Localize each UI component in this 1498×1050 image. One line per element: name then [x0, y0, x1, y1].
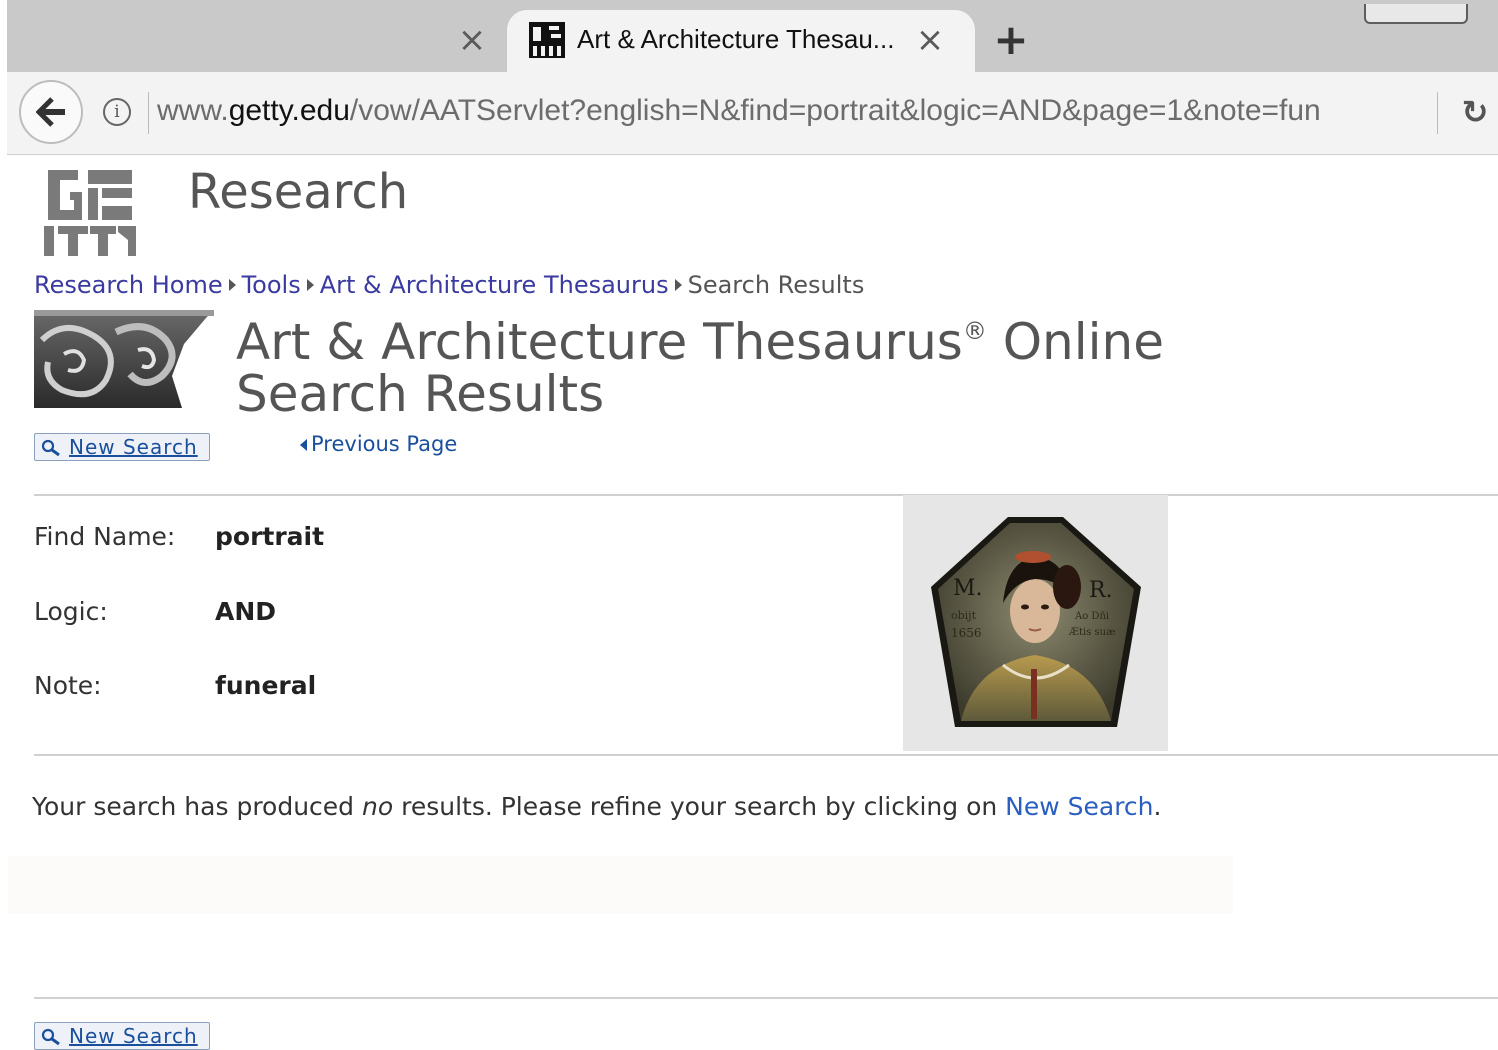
back-arrow-icon — [36, 97, 65, 127]
find-name-label: Find Name: — [34, 522, 176, 551]
svg-text:R.: R. — [1089, 578, 1113, 603]
breadcrumb: Research Home Tools Art & Architecture The… — [34, 271, 864, 299]
breadcrumb-tools[interactable]: Tools — [242, 271, 301, 299]
title-line1-suffix: Online — [986, 313, 1164, 371]
no-results-message: Your search has produced no results. Ple… — [32, 792, 1161, 821]
breadcrumb-aat[interactable]: Art & Architecture Thesaurus — [320, 271, 669, 299]
svg-text:obijt: obijt — [951, 609, 977, 622]
title-line1: Art & Architecture Thesaurus — [236, 313, 963, 371]
portrait-image-frame: M. R. obijt 1656 Ao Dñi Ætis suæ — [903, 495, 1168, 751]
section-title: Research — [188, 164, 409, 220]
note-label: Note: — [34, 671, 102, 700]
svg-text:M.: M. — [953, 576, 983, 601]
url-divider — [148, 92, 149, 134]
logic-value: AND — [215, 597, 277, 626]
getty-logo-icon — [44, 166, 136, 256]
url-prefix: www. — [157, 94, 229, 127]
message-emphasis: no — [362, 792, 394, 821]
address-bar[interactable]: www.getty.edu/vow/AATServlet?english=N&f… — [157, 94, 1321, 128]
divider — [34, 997, 1498, 999]
find-name-value: portrait — [215, 522, 325, 551]
getty-favicon-icon — [529, 22, 565, 58]
url-host: getty.edu — [228, 94, 350, 127]
note-value: funeral — [215, 671, 317, 700]
new-search-label: New Search — [69, 435, 198, 459]
new-search-button[interactable]: New Search — [34, 433, 210, 461]
close-tab-icon[interactable]: × — [912, 22, 948, 58]
window-control-button[interactable] — [1364, 4, 1468, 24]
new-search-label: New Search — [69, 1024, 198, 1048]
funeral-portrait-image: M. R. obijt 1656 Ao Dñi Ætis suæ — [931, 517, 1141, 727]
reload-icon[interactable]: ↻ — [1457, 94, 1493, 130]
registered-mark: ® — [962, 317, 987, 345]
back-button[interactable] — [19, 80, 83, 144]
svg-text:Ao Dñi: Ao Dñi — [1074, 611, 1109, 622]
new-tab-button[interactable]: + — [991, 19, 1031, 61]
breadcrumb-separator-icon — [228, 279, 236, 291]
logic-label: Logic: — [34, 597, 108, 626]
empty-results-area — [8, 856, 1233, 914]
site-info-icon[interactable]: i — [103, 98, 131, 126]
breadcrumb-current: Search Results — [687, 271, 865, 299]
previous-page-link[interactable]: Previous Page — [300, 432, 457, 456]
new-search-link[interactable]: New Search — [1005, 792, 1153, 821]
tab-title: Art & Architecture Thesau... — [577, 24, 895, 54]
previous-page-label: Previous Page — [311, 432, 458, 456]
breadcrumb-separator-icon — [674, 279, 682, 291]
ornament-banner-image — [34, 310, 214, 408]
search-icon — [41, 439, 60, 457]
message-text: Your search has produced — [32, 792, 362, 821]
message-text: results. Please refine your search by cl… — [393, 792, 1006, 821]
divider — [34, 494, 1498, 496]
active-tab[interactable]: Art & Architecture Thesau... × — [507, 10, 975, 72]
title-line2: Search Results — [236, 365, 605, 423]
navigation-bar: i www.getty.edu/vow/AATServlet?english=N… — [7, 72, 1498, 155]
caret-left-icon — [300, 439, 307, 451]
divider — [34, 754, 1498, 756]
breadcrumb-research-home[interactable]: Research Home — [34, 271, 223, 299]
svg-text:Ætis suæ: Ætis suæ — [1068, 627, 1116, 638]
page-title: Art & Architecture Thesaurus® Online Sea… — [236, 305, 1164, 420]
reload-divider — [1437, 92, 1438, 134]
url-path: /vow/AATServlet?english=N&find=portrait&… — [349, 94, 1321, 127]
message-text: . — [1153, 792, 1162, 821]
tab-strip: × Art & Architecture Thesau... × + — [7, 0, 1498, 72]
search-icon — [41, 1028, 60, 1046]
close-tab-icon[interactable]: × — [455, 22, 489, 58]
svg-text:1656: 1656 — [951, 626, 982, 640]
footer-new-search-button[interactable]: New Search — [34, 1022, 210, 1050]
breadcrumb-separator-icon — [306, 279, 314, 291]
